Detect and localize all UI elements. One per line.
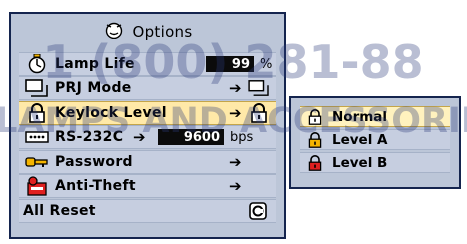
- menu-item-label: RS-232C: [55, 129, 124, 145]
- submenu-item-level-b[interactable]: Level B: [300, 152, 450, 173]
- menu-item-keylock-level[interactable]: Keylock Level ➔: [19, 101, 276, 125]
- anti-theft-icon: [23, 176, 51, 196]
- keylock-submenu-panel: Normal Level A Level B: [289, 96, 461, 189]
- menu-title: Options: [132, 23, 193, 41]
- baud-rate-value: 9600: [158, 129, 224, 145]
- menu-item-all-reset[interactable]: All Reset: [19, 199, 276, 223]
- menu-item-lamp-life[interactable]: Lamp Life 99 %: [19, 52, 276, 76]
- menu-item-anti-theft[interactable]: Anti-Theft ➔: [19, 174, 276, 198]
- enter-button-icon: [249, 202, 267, 224]
- menu-item-label: Anti-Theft: [55, 178, 136, 194]
- serial-port-icon: [23, 127, 51, 147]
- right-arrow-icon: ➔: [133, 128, 146, 146]
- lock-icon: [304, 154, 326, 172]
- lamp-life-value: 99: [206, 56, 254, 72]
- baud-rate-unit: bps: [230, 129, 254, 145]
- menu-title-bar: Options: [11, 14, 284, 50]
- menu-item-label: Lamp Life: [55, 56, 135, 72]
- lock-icon: [23, 103, 51, 123]
- menu-item-password[interactable]: Password ➔: [19, 150, 276, 174]
- lock-icon: [249, 103, 269, 127]
- menu-item-label: Password: [55, 154, 133, 170]
- submenu-item-label: Level B: [332, 154, 388, 171]
- projection-mode-icon: [23, 78, 51, 98]
- lamp-life-unit: %: [260, 56, 273, 72]
- key-icon: [23, 152, 51, 172]
- submenu-item-normal[interactable]: Normal: [300, 106, 450, 127]
- menu-item-prj-mode[interactable]: PRJ Mode ➔: [19, 76, 276, 100]
- lamp-timer-icon: [23, 54, 51, 74]
- projection-mode-icon: [248, 79, 270, 101]
- options-icon: [103, 21, 125, 43]
- submenu-item-level-a[interactable]: Level A: [300, 129, 450, 150]
- lock-icon: [304, 108, 326, 126]
- menu-item-label: Keylock Level: [55, 105, 167, 121]
- menu-item-label: PRJ Mode: [55, 80, 132, 96]
- submenu-item-label: Normal: [332, 108, 388, 125]
- submenu-item-label: Level A: [332, 131, 388, 148]
- right-arrow-icon: ➔: [229, 104, 242, 122]
- menu-item-rs232c[interactable]: RS-232C ➔ 9600 bps: [19, 125, 276, 149]
- lock-icon: [304, 131, 326, 149]
- right-arrow-icon: ➔: [229, 79, 242, 97]
- right-arrow-icon: ➔: [229, 153, 242, 171]
- options-menu-panel: Options Lamp Life 99 % PRJ Mode ➔ Keyloc…: [9, 12, 286, 239]
- menu-item-label: All Reset: [23, 203, 96, 219]
- right-arrow-icon: ➔: [229, 177, 242, 195]
